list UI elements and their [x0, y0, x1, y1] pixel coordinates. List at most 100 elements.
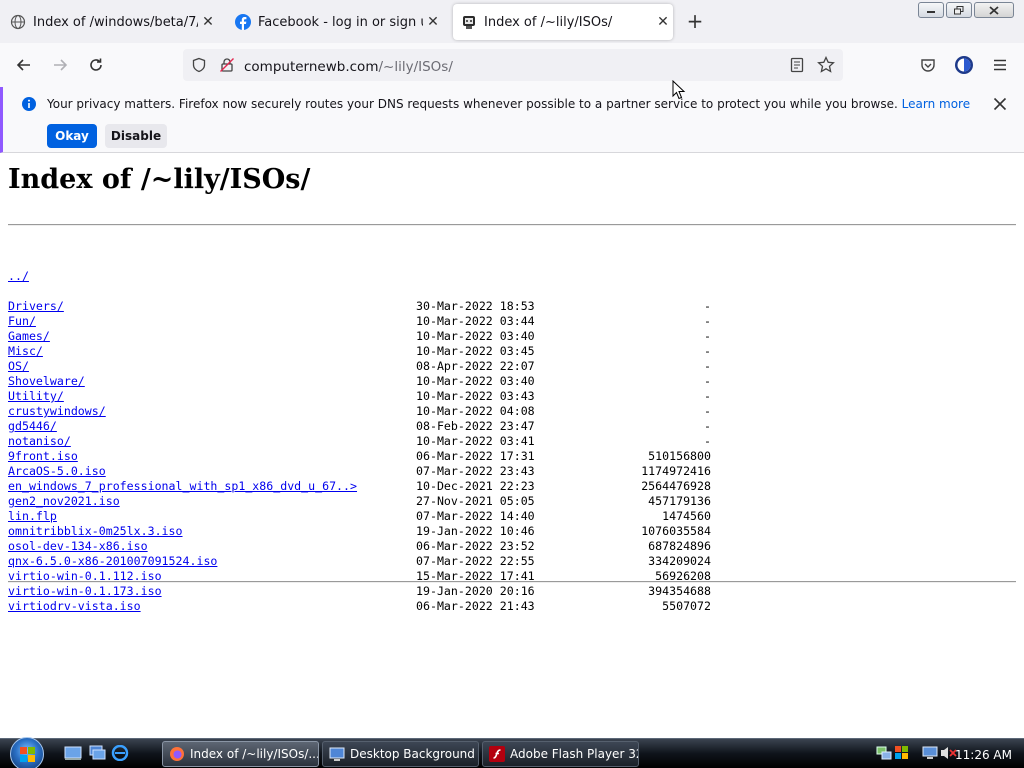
file-link[interactable]: ArcaOS-5.0.iso — [8, 464, 106, 478]
directory-link[interactable]: crustywindows/ — [8, 404, 106, 418]
directory-link[interactable]: Fun/ — [8, 314, 36, 328]
modified-date: 10-Mar-2022 03:40 — [416, 329, 535, 343]
tab-windows-beta-index[interactable]: Index of /windows/beta/7/x64/ ✕ — [10, 4, 218, 40]
reload-button[interactable] — [84, 53, 108, 77]
list-item: osol-dev-134-x86.iso 06-Mar-2022 23:52 687… — [8, 539, 711, 554]
directory-link[interactable]: Games/ — [8, 329, 50, 343]
modified-date: 06-Mar-2022 23:52 — [416, 539, 535, 553]
network-tray-icon[interactable] — [876, 745, 892, 761]
taskbar-item-desktop-background[interactable]: Desktop Background — [322, 741, 479, 767]
modified-date: 10-Mar-2022 03:43 — [416, 389, 535, 403]
taskbar-item-label: Adobe Flash Player 32 — [510, 747, 639, 761]
list-item: lin.flp 07-Mar-2022 14:40 1474560 — [8, 509, 711, 524]
taskbar-clock[interactable]: 11:26 AM — [955, 748, 1012, 762]
pocket-icon — [921, 59, 935, 72]
file-size: - — [704, 359, 711, 373]
internet-explorer-icon[interactable] — [111, 745, 129, 761]
file-link[interactable]: lin.flp — [8, 509, 57, 523]
directory-link[interactable]: Shovelware/ — [8, 374, 85, 388]
learn-more-link[interactable]: Learn more — [902, 97, 970, 111]
info-icon — [22, 97, 36, 111]
tab-strip: Index of /windows/beta/7/x64/ ✕ Facebook… — [0, 0, 1024, 43]
facebook-icon — [235, 14, 251, 30]
url-host: computernewb.com — [244, 59, 379, 75]
close-icon — [989, 5, 999, 15]
file-link[interactable]: en_windows_7_professional_with_sp1_x86_d… — [8, 479, 357, 493]
parent-directory-link[interactable]: ../ — [8, 269, 29, 283]
directory-link[interactable]: Misc/ — [8, 344, 43, 358]
bookmark-star-icon[interactable] — [817, 56, 835, 74]
directory-link[interactable]: OS/ — [8, 359, 29, 373]
dns-privacy-notification: Your privacy matters. Firefox now secure… — [0, 87, 1024, 153]
close-tab-icon[interactable]: ✕ — [198, 12, 218, 32]
tab-lily-isos-active[interactable]: Index of /~lily/ISOs/ ✕ — [453, 4, 673, 40]
globe-icon — [10, 14, 26, 30]
modified-date: 19-Jan-2020 20:16 — [416, 584, 535, 598]
tab-facebook[interactable]: Facebook - log in or sign up ✕ — [235, 4, 443, 40]
directory-link[interactable]: Utility/ — [8, 389, 64, 403]
disable-button[interactable]: Disable — [105, 124, 167, 148]
close-window-button[interactable] — [974, 2, 1014, 18]
url-path: /~lily/ISOs/ — [378, 59, 453, 75]
modified-date: 10-Mar-2022 03:40 — [416, 374, 535, 388]
tab-title: Facebook - log in or sign up — [258, 14, 423, 30]
close-tab-icon[interactable]: ✕ — [423, 12, 443, 32]
file-size: - — [704, 344, 711, 358]
file-size: - — [704, 329, 711, 343]
list-item: Fun/10-Mar-2022 03:44 - — [8, 314, 711, 329]
modified-date: 30-Mar-2022 18:53 — [416, 299, 535, 313]
insecure-lock-icon[interactable] — [219, 57, 235, 73]
modified-date: 07-Mar-2022 23:43 — [416, 464, 535, 478]
file-link[interactable]: 9front.iso — [8, 449, 78, 463]
restore-window-button[interactable] — [946, 2, 972, 18]
monitor-tray-icon[interactable] — [922, 745, 938, 761]
file-size: - — [704, 419, 711, 433]
file-link[interactable]: osol-dev-134-x86.iso — [8, 539, 148, 553]
reader-view-icon[interactable] — [789, 57, 805, 73]
switch-windows-icon[interactable] — [88, 745, 106, 761]
file-link[interactable]: gen2_nov2021.iso — [8, 494, 120, 508]
close-notification-icon[interactable] — [993, 97, 1007, 111]
shield-icon[interactable] — [191, 57, 207, 73]
file-size: 1474560 — [662, 509, 711, 523]
modified-date: 10-Dec-2021 22:23 — [416, 479, 535, 493]
site-mascot-icon — [463, 16, 475, 29]
back-button[interactable] — [12, 53, 36, 77]
url-text[interactable]: computernewb.com/~lily/ISOs/ — [244, 56, 453, 75]
file-link[interactable]: virtio-win-0.1.173.iso — [8, 584, 162, 598]
forward-button[interactable] — [48, 53, 72, 77]
modified-date: 10-Mar-2022 03:41 — [416, 434, 535, 448]
modified-date: 08-Apr-2022 22:07 — [416, 359, 535, 373]
list-item: gd5446/08-Feb-2022 23:47 - — [8, 419, 711, 434]
list-item: Misc/10-Mar-2022 03:45 - — [8, 344, 711, 359]
okay-button[interactable]: Okay — [47, 124, 97, 148]
account-button[interactable] — [952, 53, 976, 77]
directory-link[interactable]: gd5446/ — [8, 419, 57, 433]
list-item: omnitribblix-0m25lx.3.iso 19-Jan-2022 10:… — [8, 524, 711, 539]
minimize-icon — [927, 11, 935, 13]
pocket-button[interactable] — [916, 53, 940, 77]
list-item: ../ — [8, 269, 711, 284]
file-link[interactable]: omnitribblix-0m25lx.3.iso — [8, 524, 183, 538]
show-desktop-icon[interactable] — [64, 745, 82, 761]
security-tray-icon[interactable] — [894, 745, 910, 761]
address-bar[interactable]: computernewb.com/~lily/ISOs/ — [183, 49, 843, 81]
start-button[interactable] — [10, 737, 44, 768]
list-item: virtio-win-0.1.173.iso 19-Jan-2020 20:16 3… — [8, 584, 711, 599]
directory-link[interactable]: notaniso/ — [8, 434, 71, 448]
taskbar-item-label: Desktop Background — [350, 747, 475, 761]
file-size: 334209024 — [648, 554, 711, 568]
list-item: en_windows_7_professional_with_sp1_x86_d… — [8, 479, 711, 494]
list-item: OS/08-Apr-2022 22:07 - — [8, 359, 711, 374]
directory-link[interactable]: Drivers/ — [8, 299, 64, 313]
taskbar-item-flash-player[interactable]: Adobe Flash Player 32 — [482, 741, 639, 767]
file-link[interactable]: virtiodrv-vista.iso — [8, 599, 141, 613]
file-link[interactable]: qnx-6.5.0-x86-201007091524.iso — [8, 554, 217, 568]
taskbar-item-firefox[interactable]: Index of /~lily/ISOs/... — [162, 741, 319, 767]
firefox-icon — [170, 747, 184, 761]
app-menu-button[interactable] — [988, 53, 1012, 77]
file-size: - — [704, 374, 711, 388]
close-tab-icon[interactable]: ✕ — [653, 12, 673, 32]
minimize-window-button[interactable] — [918, 2, 944, 18]
new-tab-icon[interactable]: + — [685, 11, 705, 32]
